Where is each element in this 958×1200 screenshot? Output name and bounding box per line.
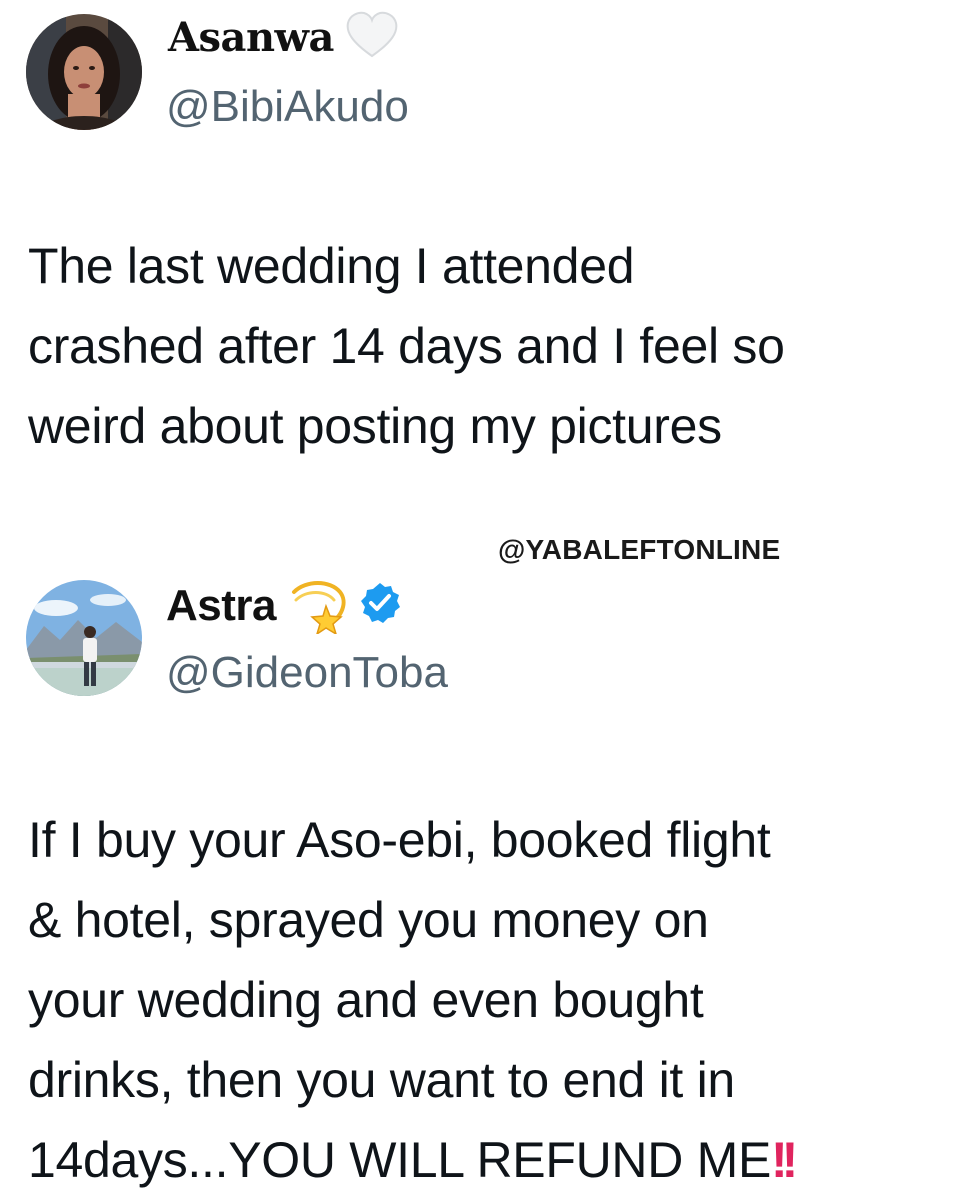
dizzy-star-icon: [286, 572, 348, 639]
avatar-photo-icon: [26, 14, 142, 130]
tweet-text: The last wedding I attended crashed afte…: [28, 238, 785, 454]
tweet-body: If I buy your Aso-ebi, booked flight & h…: [28, 812, 771, 1188]
avatar[interactable]: [26, 580, 142, 696]
avatar-photo-icon: [26, 580, 142, 696]
verified-badge-icon: [358, 581, 402, 630]
display-name[interactable]: Asanwa: [168, 14, 334, 61]
avatar[interactable]: [26, 14, 142, 130]
handle[interactable]: @GideonToba: [166, 648, 448, 698]
name-row: Astra: [166, 572, 402, 639]
name-row: Asanwa: [168, 10, 400, 65]
tweet-bibiakudo: Asanwa @BibiAkudo The last wedding I att…: [0, 0, 958, 520]
handle[interactable]: @BibiAkudo: [166, 82, 409, 132]
display-name[interactable]: Astra: [166, 581, 277, 631]
double-exclamation-icon: !!: [771, 1132, 798, 1188]
tweet-text: If I buy your Aso-ebi, booked flight & h…: [28, 800, 943, 1200]
tweet-gideontoba: Astra @GideonToba If I buy your Aso-ebi,…: [0, 560, 958, 1200]
white-heart-icon: [344, 10, 400, 65]
